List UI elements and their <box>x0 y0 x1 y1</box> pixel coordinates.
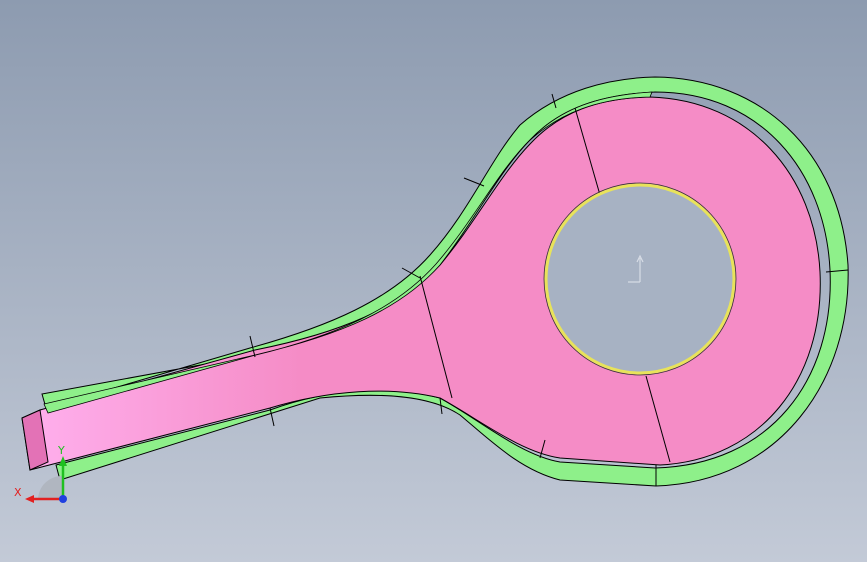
triad-base <box>38 476 62 500</box>
triad-z-axis-icon <box>59 495 67 503</box>
triad-x-label: X <box>14 486 22 499</box>
cad-viewport[interactable]: Y X <box>0 0 867 562</box>
triad-y-label: Y <box>57 444 65 457</box>
triad-x-arrow-icon <box>25 495 34 503</box>
